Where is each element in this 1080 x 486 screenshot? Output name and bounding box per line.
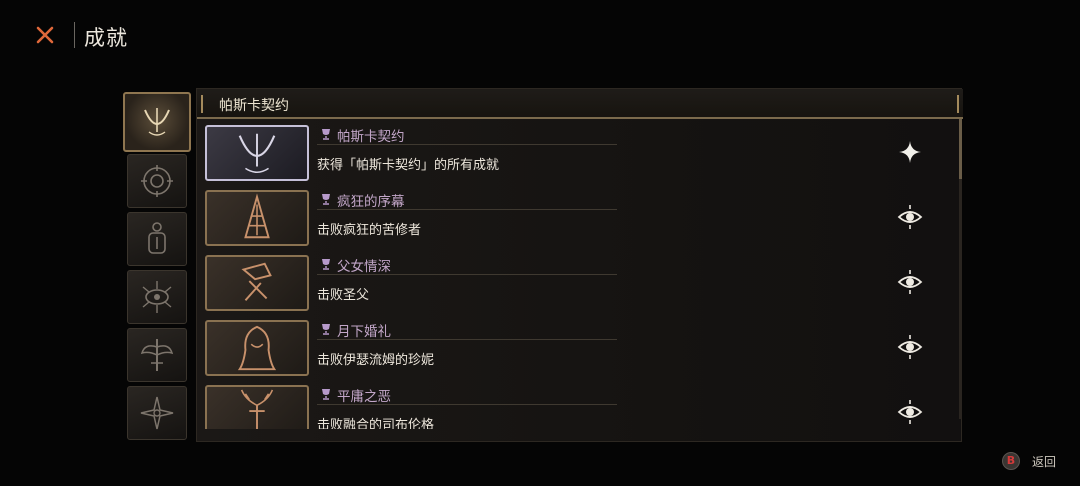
locked-eye-icon — [897, 205, 923, 229]
tab-crescent[interactable] — [123, 92, 191, 152]
b-button-icon: B — [1002, 452, 1020, 470]
title-divider — [74, 22, 75, 48]
achievement-title-bar: 帕斯卡契约 — [317, 125, 617, 145]
achievement-description: 击败圣父 — [317, 288, 370, 303]
lantern-totem-icon — [148, 222, 166, 254]
b-button-glyph: B — [1006, 454, 1016, 467]
achievement-name: 帕斯卡契约 — [337, 129, 405, 145]
achievement-name: 月下婚礼 — [337, 324, 391, 340]
achievement-state — [897, 139, 923, 165]
trophy-icon — [322, 129, 330, 140]
achievement-thumbnail — [205, 255, 309, 311]
achievement-state — [897, 334, 923, 360]
locked-eye-icon — [897, 335, 923, 359]
achievement-row[interactable]: 平庸之恶 击败融合的司布伦格 — [197, 379, 963, 429]
tab-star-compass[interactable] — [127, 386, 187, 440]
tab-thorned-eye[interactable] — [127, 270, 187, 324]
category-tabs — [123, 92, 191, 442]
crescent-sigil-icon — [238, 133, 276, 173]
winged-cross-icon — [140, 339, 174, 371]
achievement-row[interactable]: 帕斯卡契约 获得「帕斯卡契约」的所有成就 — [197, 119, 963, 184]
achievement-name: 疯狂的序幕 — [337, 194, 405, 210]
close-x-icon — [36, 26, 54, 44]
spire-creature-icon — [244, 193, 270, 239]
achievement-title-bar: 月下婚礼 — [317, 320, 617, 340]
star-compass-icon — [140, 396, 174, 430]
close-button[interactable] — [30, 20, 60, 50]
crescent-sigil-icon — [144, 108, 170, 136]
achievement-panel: 帕斯卡契约 帕斯卡契约 获得「帕斯卡契约」的所有成就 疯狂的序幕 击败疯狂的苦修… — [196, 88, 963, 442]
achievement-description: 击败伊瑟流姆的珍妮 — [317, 353, 435, 368]
back-button[interactable]: B 返回 — [1000, 450, 1070, 472]
header-ornament-right — [957, 95, 959, 113]
sparkle-icon — [899, 141, 921, 163]
achievement-name: 平庸之恶 — [337, 389, 391, 405]
trophy-icon — [322, 194, 330, 205]
achievement-thumbnail — [205, 190, 309, 246]
page-title: 成就 — [84, 26, 128, 50]
target-rune-icon — [141, 165, 173, 197]
veiled-bride-icon — [237, 325, 277, 371]
achievement-title-bar: 疯狂的序幕 — [317, 190, 617, 210]
achievement-thumbnail — [205, 320, 309, 376]
achievement-description: 击败疯狂的苦修者 — [317, 223, 422, 238]
achievement-title-bar: 平庸之恶 — [317, 385, 617, 405]
header-ornament-left — [201, 95, 203, 113]
antlered-beast-icon — [240, 389, 274, 429]
tab-winged-cross[interactable] — [127, 328, 187, 382]
achievement-state — [897, 399, 923, 425]
achievement-state — [897, 269, 923, 295]
achievement-description: 击败融合的司布伦格 — [317, 418, 435, 429]
achievement-list[interactable]: 帕斯卡契约 获得「帕斯卡契约」的所有成就 疯狂的序幕 击败疯狂的苦修者 父女情深… — [197, 119, 963, 429]
achievement-row[interactable]: 月下婚礼 击败伊瑟流姆的珍妮 — [197, 314, 963, 379]
tab-target[interactable] — [127, 154, 187, 208]
thorned-eye-icon — [142, 281, 172, 313]
achievement-name: 父女情深 — [337, 259, 391, 275]
locked-eye-icon — [897, 270, 923, 294]
locked-eye-icon — [897, 400, 923, 424]
back-label: 返回 — [1032, 455, 1057, 469]
achievement-row[interactable]: 父女情深 击败圣父 — [197, 249, 963, 314]
trophy-icon — [322, 259, 330, 270]
trophy-icon — [322, 324, 330, 335]
achievement-state — [897, 204, 923, 230]
list-scroll-thumb[interactable] — [959, 119, 962, 179]
panel-header: 帕斯卡契约 — [197, 89, 963, 119]
top-bar: 成就 — [0, 0, 1080, 70]
achievement-thumbnail — [205, 385, 309, 429]
trophy-icon — [322, 389, 330, 400]
panel-title: 帕斯卡契约 — [219, 98, 289, 114]
tab-lantern[interactable] — [127, 212, 187, 266]
axe-figure-icon — [241, 262, 272, 301]
achievement-description: 获得「帕斯卡契约」的所有成就 — [317, 158, 500, 173]
achievement-row[interactable]: 疯狂的序幕 击败疯狂的苦修者 — [197, 184, 963, 249]
achievement-title-bar: 父女情深 — [317, 255, 617, 275]
achievement-thumbnail — [205, 125, 309, 181]
